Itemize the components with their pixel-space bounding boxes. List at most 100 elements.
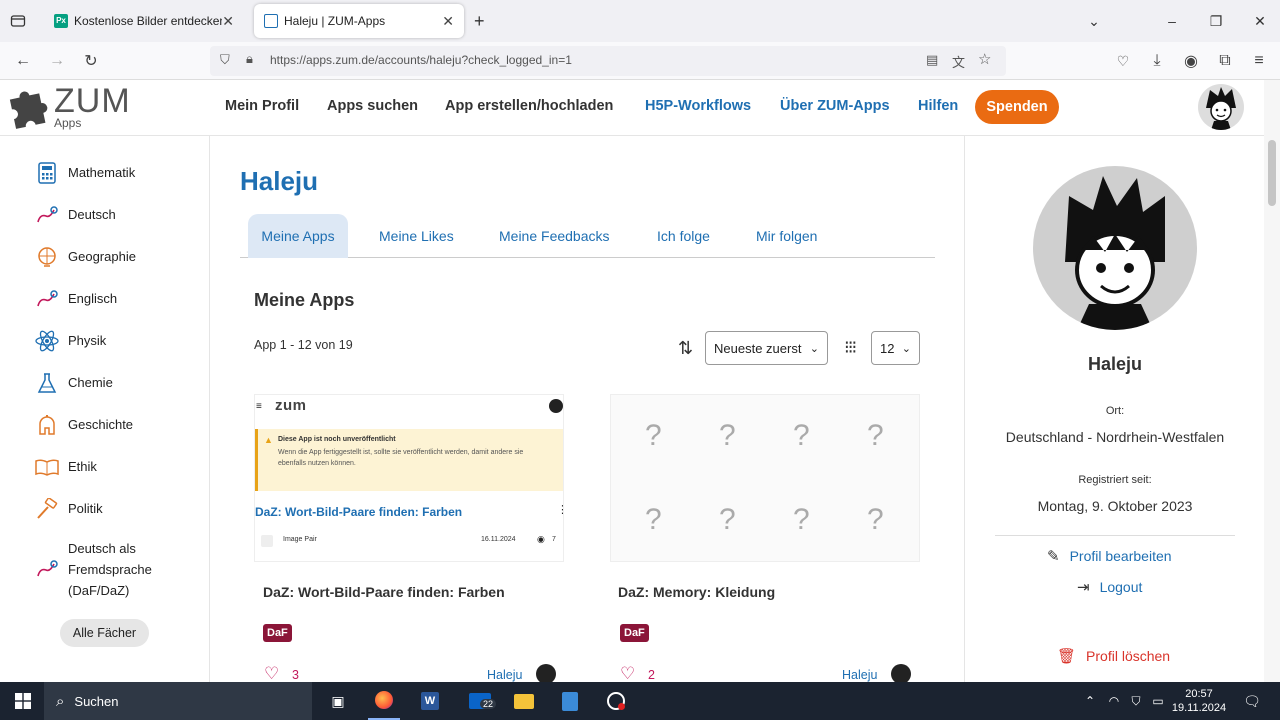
profile-tabs: Meine Apps Meine Likes Meine Feedbacks I… — [240, 214, 935, 258]
logout-icon: ⇥ — [1077, 579, 1090, 596]
zum-logo[interactable]: ZUM Apps — [6, 82, 136, 132]
heart-icon[interactable]: ♡ — [264, 664, 279, 682]
clock-date: 19.11.2024 — [1171, 702, 1227, 714]
memory-card-mark: ? — [719, 503, 736, 536]
recorder-icon[interactable] — [600, 682, 632, 720]
word-icon[interactable]: W — [414, 682, 446, 720]
page-scrollbar[interactable] — [1264, 80, 1280, 682]
tray-chevron-icon[interactable]: ⌃ — [1080, 682, 1100, 720]
memory-card-mark: ? — [793, 419, 810, 452]
shield-icon[interactable]: ⛉ — [220, 52, 230, 68]
shield-tray-icon[interactable]: ⛉ — [1126, 682, 1146, 720]
logout-link[interactable]: ⇥ Logout — [1077, 578, 1142, 596]
browser-tab-zum[interactable]: Haleju | ZUM-Apps ✕ — [254, 4, 464, 38]
sidebar-item-chemie[interactable]: Chemie — [34, 372, 113, 394]
sort-select[interactable]: Neueste zuerst ⌄ — [705, 331, 828, 365]
windows-start-icon[interactable] — [6, 682, 40, 720]
sidebar-item-deutsch[interactable]: Deutsch — [34, 204, 116, 226]
tab-list-icon[interactable] — [10, 13, 26, 29]
download-icon[interactable]: ⤓ — [1142, 42, 1172, 80]
sidebar-item-politik[interactable]: Politik — [34, 498, 103, 520]
tab-meine-likes[interactable]: Meine Likes — [379, 228, 454, 244]
translate-icon[interactable]: 文 — [952, 52, 965, 71]
author-name[interactable]: Haleju — [487, 668, 522, 682]
chevron-down-icon: ⌄ — [809, 342, 819, 355]
nav-h5p-workflows[interactable]: H5P-Workflows — [645, 98, 751, 114]
nav-mein-profil[interactable]: Mein Profil — [225, 98, 299, 114]
delete-profile-link[interactable]: 🗑︎ Profil löschen — [1057, 647, 1170, 665]
sidebar-item-englisch[interactable]: Englisch — [34, 288, 117, 310]
hammer-icon — [37, 498, 58, 519]
profile-panel: Haleju Ort: Deutschland - Nordrhein-West… — [964, 136, 1264, 682]
alle-faecher-button[interactable]: Alle Fächer — [60, 619, 149, 647]
user-edit-icon: ✎ — [1047, 548, 1060, 565]
eye-icon: ◉ — [537, 534, 545, 544]
reader-view-icon[interactable]: ▤ — [926, 52, 938, 68]
document-app-icon[interactable] — [554, 682, 586, 720]
bookmark-star-icon[interactable]: ☆ — [978, 50, 991, 68]
sidebar-item-geographie[interactable]: Geographie — [34, 246, 136, 268]
nav-ueber-zum-apps[interactable]: Über ZUM-Apps — [780, 98, 890, 114]
app-preview[interactable]: ? ? ? ? ? ? ? ? — [610, 394, 920, 562]
browser-tab-pexels[interactable]: Px Kostenlose Bilder entdecken un ✕ — [44, 0, 244, 42]
sidebar-item-label: Chemie — [68, 375, 113, 390]
close-icon[interactable]: ✕ — [222, 13, 234, 30]
sidebar-item-daf-daz[interactable]: Deutsch als Fremdsprache (DaF/DaZ) — [34, 538, 184, 601]
sidebar-item-physik[interactable]: Physik — [34, 330, 106, 352]
pocket-icon[interactable]: ♡ — [1108, 42, 1138, 80]
author-name[interactable]: Haleju — [842, 668, 877, 682]
lock-icon[interactable]: 🔒︎ — [246, 51, 253, 67]
tab-overflow-icon[interactable]: ⌄ — [1074, 0, 1114, 42]
forward-icon[interactable]: → — [42, 42, 72, 80]
nav-apps-suchen[interactable]: Apps suchen — [327, 98, 418, 114]
extensions-icon[interactable]: ⧉ — [1210, 42, 1240, 80]
tab-mir-folgen[interactable]: Mir folgen — [756, 228, 817, 244]
subject-tag[interactable]: DaF — [620, 624, 649, 642]
subject-tag[interactable]: DaF — [263, 624, 292, 642]
sidebar-item-geschichte[interactable]: Geschichte — [34, 414, 133, 436]
app-title[interactable]: DaZ: Wort-Bild-Paare finden: Farben — [263, 584, 505, 600]
app-card[interactable]: ? ? ? ? ? ? ? ? DaZ: Memory: Kleidung Da… — [610, 394, 920, 682]
url-bar[interactable]: ⛉ 🔒︎ https://apps.zum.de/accounts/haleju… — [210, 46, 1006, 76]
per-page-select[interactable]: 12 ⌄ — [871, 331, 920, 365]
taskbar-search[interactable]: ⌕ Suchen — [44, 682, 312, 720]
firefox-icon[interactable] — [368, 682, 400, 720]
nav-hilfen[interactable]: Hilfen — [918, 98, 958, 114]
spenden-button[interactable]: Spenden — [975, 90, 1059, 124]
nav-app-erstellen[interactable]: App erstellen/hochladen — [445, 98, 613, 114]
system-clock[interactable]: 20:57 19.11.2024 — [1170, 682, 1228, 720]
sidebar-item-ethik[interactable]: Ethik — [34, 456, 97, 478]
minimize-icon[interactable]: – — [1152, 0, 1192, 42]
menu-icon[interactable]: ≡ — [1244, 42, 1274, 80]
maximize-icon[interactable]: ❐ — [1196, 0, 1236, 42]
memory-card-mark: ? — [867, 419, 884, 452]
battery-icon[interactable]: ▭ — [1148, 682, 1168, 720]
account-icon[interactable]: ◉ — [1176, 42, 1206, 80]
tab-ich-folge[interactable]: Ich folge — [657, 228, 710, 244]
close-icon[interactable]: ✕ — [442, 13, 454, 30]
app-preview[interactable]: ≡ zum ▲ Diese App ist noch unveröffentli… — [254, 394, 564, 562]
scrollbar-thumb[interactable] — [1268, 140, 1276, 206]
sidebar-item-mathematik[interactable]: Mathematik — [34, 162, 135, 184]
mail-icon[interactable]: 22 — [460, 682, 500, 720]
memory-card-mark: ? — [867, 503, 884, 536]
tab-meine-feedbacks[interactable]: Meine Feedbacks — [499, 228, 610, 244]
user-avatar[interactable] — [1198, 84, 1244, 130]
edit-profile-link[interactable]: ✎ Profil bearbeiten — [1047, 547, 1172, 565]
app-title[interactable]: DaZ: Memory: Kleidung — [618, 584, 775, 600]
back-icon[interactable]: ← — [8, 42, 38, 80]
wifi-icon[interactable]: ◠ — [1104, 682, 1124, 720]
notification-icon[interactable]: 🗨︎ — [1238, 682, 1266, 720]
heart-icon[interactable]: ♡ — [620, 664, 635, 682]
file-explorer-icon[interactable] — [508, 682, 540, 720]
sort-order-icon[interactable]: ⇅ — [678, 338, 693, 359]
reload-icon[interactable]: ↻ — [76, 42, 106, 80]
new-tab-icon[interactable]: + — [474, 11, 485, 32]
url-text[interactable]: https://apps.zum.de/accounts/haleju?chec… — [270, 53, 572, 67]
task-view-icon[interactable]: ▣ — [322, 682, 354, 720]
preview-title: DaZ: Wort-Bild-Paare finden: Farben — [255, 505, 463, 519]
grid-view-icon[interactable]: ⁝⁝⁝ — [844, 337, 857, 358]
window-close-icon[interactable]: ✕ — [1240, 0, 1280, 42]
tab-meine-apps[interactable]: Meine Apps — [248, 214, 348, 258]
app-card[interactable]: ≡ zum ▲ Diese App ist noch unveröffentli… — [254, 394, 564, 682]
